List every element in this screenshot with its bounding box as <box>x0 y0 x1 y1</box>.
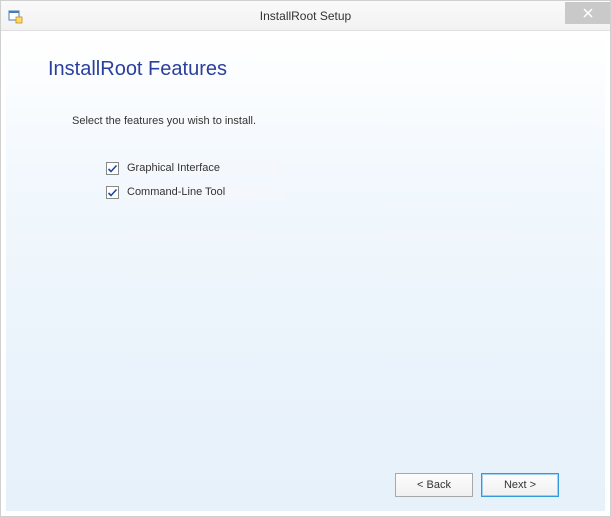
wizard-button-row: < Back Next > <box>42 459 569 511</box>
close-button[interactable] <box>565 2 610 24</box>
feature-label: Graphical Interface <box>125 161 280 175</box>
installer-icon <box>7 8 23 24</box>
feature-list: Graphical Interface Command-Line Tool <box>106 161 569 209</box>
wizard-content: InstallRoot Features Select the features… <box>1 31 610 516</box>
titlebar: InstallRoot Setup <box>1 1 610 31</box>
close-icon <box>583 8 593 18</box>
instruction-text: Select the features you wish to install. <box>72 115 569 127</box>
checkmark-icon <box>107 163 118 174</box>
feature-item-graphical-interface: Graphical Interface <box>106 161 569 175</box>
next-button[interactable]: Next > <box>481 473 559 497</box>
window-title: InstallRoot Setup <box>1 9 610 23</box>
checkmark-icon <box>107 187 118 198</box>
page-heading: InstallRoot Features <box>48 58 569 81</box>
feature-label: Command-Line Tool <box>125 185 285 199</box>
installer-window: InstallRoot Setup InstallRoot Features S… <box>0 0 611 517</box>
feature-item-command-line-tool: Command-Line Tool <box>106 185 569 199</box>
back-button[interactable]: < Back <box>395 473 473 497</box>
feature-checkbox-graphical-interface[interactable] <box>106 162 119 175</box>
feature-checkbox-command-line-tool[interactable] <box>106 186 119 199</box>
